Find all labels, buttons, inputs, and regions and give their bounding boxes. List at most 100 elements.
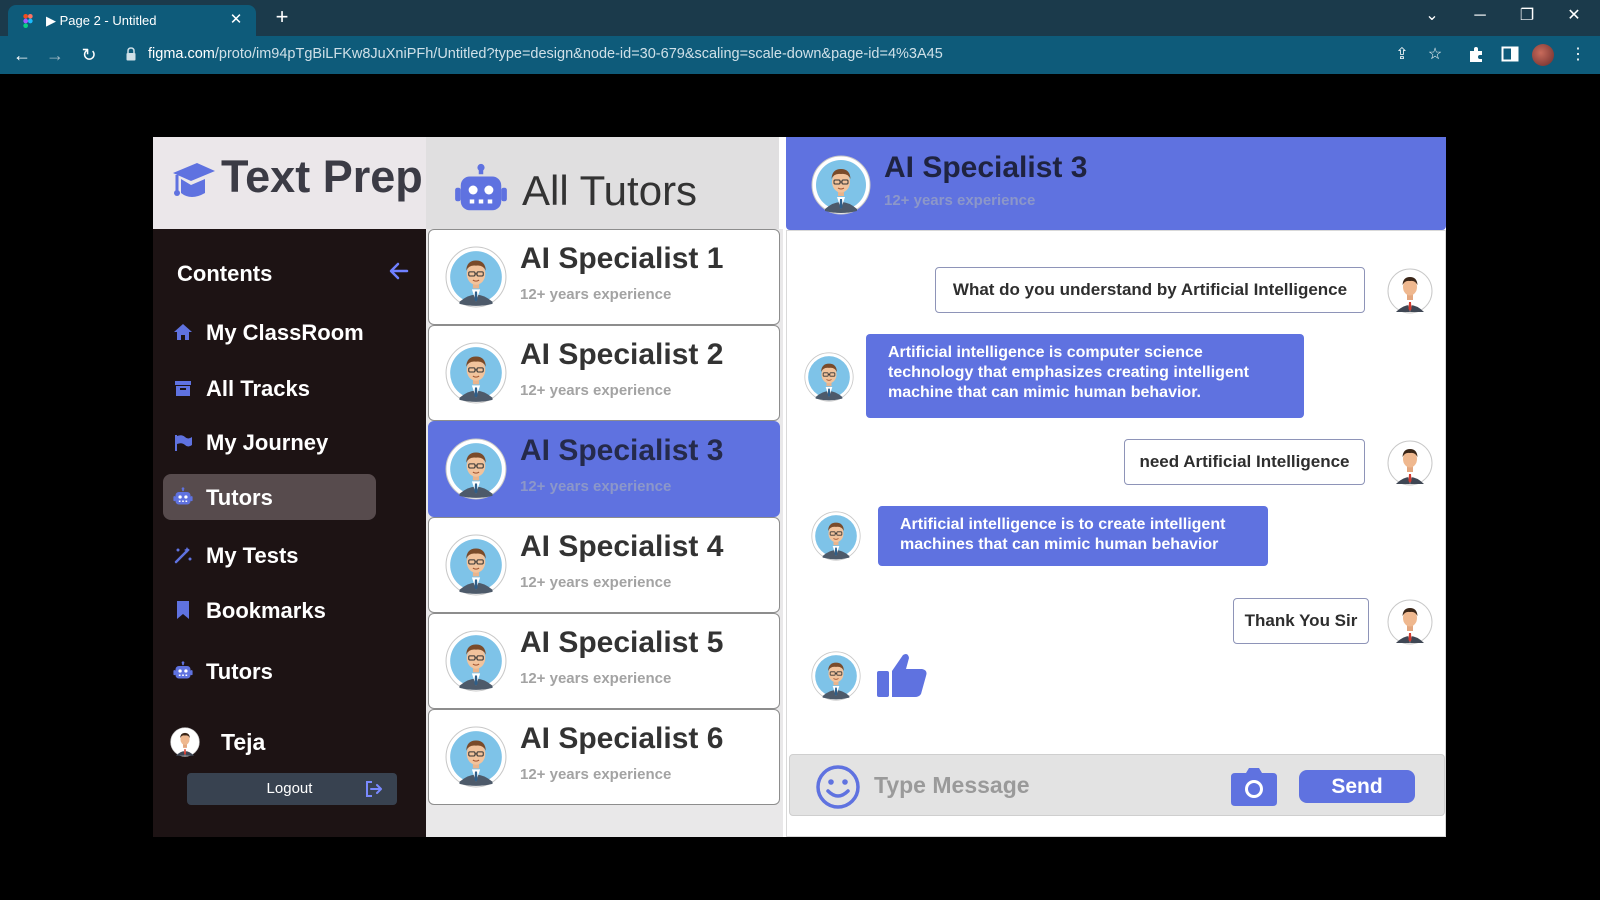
- sidebar-item-tutors-2[interactable]: Tutors: [163, 648, 376, 694]
- tutor-avatar: [445, 534, 507, 596]
- tutor-card-5[interactable]: AI Specialist 5 12+ years experience: [428, 613, 780, 709]
- reload-icon[interactable]: ↻: [77, 44, 101, 66]
- sidebar: Contents My ClassRoom All Tracks My Jour…: [153, 229, 426, 837]
- archive-icon: [175, 381, 191, 396]
- user-message: need Artificial Intelligence: [1124, 439, 1365, 485]
- tutor-message: Artificial intelligence is computer scie…: [866, 334, 1304, 418]
- flag-icon: [175, 435, 192, 451]
- message-input[interactable]: [874, 767, 1214, 803]
- tutor-name: AI Specialist 2: [520, 338, 724, 371]
- new-tab-icon[interactable]: +: [270, 6, 294, 28]
- tutor-avatar: [445, 246, 507, 308]
- sidebar-item-my-tests[interactable]: My Tests: [163, 532, 376, 578]
- sidebar-item-label: My Tests: [206, 543, 299, 568]
- robot-icon: [454, 163, 508, 217]
- chat-tutor-experience: 12+ years experience: [884, 192, 1036, 209]
- profile-avatar[interactable]: [1532, 44, 1554, 66]
- extensions-icon[interactable]: [1467, 45, 1485, 63]
- figma-icon: [23, 14, 33, 28]
- sidebar-item-label: Tutors: [206, 659, 273, 684]
- home-icon: [174, 324, 192, 340]
- side-panel-icon[interactable]: [1501, 45, 1519, 63]
- menu-icon[interactable]: ⋮: [1567, 45, 1589, 65]
- bookmark-icon: [177, 601, 189, 619]
- tutor-avatar: [445, 438, 507, 500]
- url-input[interactable]: figma.com/proto/im94pTgBiLFKw8JuXniPFh/U…: [148, 46, 943, 62]
- tutor-card-3[interactable]: AI Specialist 3 12+ years experience: [428, 421, 780, 517]
- user-message: What do you understand by Artificial Int…: [935, 267, 1365, 313]
- tutor-avatar: [445, 726, 507, 788]
- robot-icon: [173, 487, 193, 507]
- tutor-card-2[interactable]: AI Specialist 2 12+ years experience: [428, 325, 780, 421]
- graduation-cap-icon: [173, 163, 215, 197]
- sidebar-item-tutors[interactable]: Tutors: [163, 474, 376, 520]
- browser-tab-bar: ▶ Page 2 - Untitled ✕ + ⌄ ─ ❐ ✕: [0, 0, 1600, 36]
- tutor-card-4[interactable]: AI Specialist 4 12+ years experience: [428, 517, 780, 613]
- tutor-name: AI Specialist 5: [520, 626, 724, 659]
- browser-address-bar: ← → ↻ figma.com/proto/im94pTgBiLFKw8JuXn…: [0, 36, 1600, 74]
- tutors-title: All Tutors: [522, 167, 698, 214]
- robot-icon: [173, 661, 193, 681]
- tutor-name: AI Specialist 6: [520, 722, 724, 755]
- message-composer: Send: [789, 754, 1445, 816]
- tutor-experience: 12+ years experience: [520, 574, 672, 591]
- tutor-experience: 12+ years experience: [520, 286, 672, 303]
- send-button[interactable]: Send: [1299, 770, 1415, 803]
- chat-tutor-name: AI Specialist 3: [884, 151, 1088, 184]
- tutor-name: AI Specialist 3: [520, 434, 724, 467]
- close-window-icon[interactable]: ✕: [1554, 4, 1594, 28]
- sidebar-item-label: All Tracks: [206, 376, 310, 401]
- user-avatar: [1387, 268, 1433, 314]
- sidebar-title: Contents: [177, 261, 273, 286]
- user-name: Teja: [221, 729, 266, 755]
- minimize-icon[interactable]: ─: [1460, 4, 1500, 28]
- tutor-avatar: [811, 155, 871, 215]
- tutor-card-1[interactable]: AI Specialist 1 12+ years experience: [428, 229, 780, 325]
- restore-icon[interactable]: ❐: [1507, 4, 1547, 28]
- thumbs-up-icon: [877, 654, 927, 697]
- tutor-avatar: [445, 342, 507, 404]
- tutor-card-6[interactable]: AI Specialist 6 12+ years experience: [428, 709, 780, 805]
- sidebar-item-label: Bookmarks: [206, 598, 326, 623]
- arrow-left-icon[interactable]: [389, 261, 409, 281]
- sidebar-item-my-classroom[interactable]: My ClassRoom: [163, 309, 376, 355]
- browser-tab[interactable]: ▶ Page 2 - Untitled ✕: [8, 5, 256, 36]
- sidebar-item-label: Tutors: [206, 485, 273, 510]
- user-avatar: [1387, 599, 1433, 645]
- logo-area: Text Prep: [153, 137, 426, 229]
- sidebar-item-all-tracks[interactable]: All Tracks: [163, 365, 376, 411]
- tutor-experience: 12+ years experience: [520, 382, 672, 399]
- sidebar-item-bookmarks[interactable]: Bookmarks: [163, 587, 376, 633]
- tutor-name: AI Specialist 4: [520, 530, 724, 563]
- chat-header: AI Specialist 3 12+ years experience: [786, 137, 1446, 230]
- sidebar-item-label: My Journey: [206, 430, 329, 455]
- url-path: /proto/im94pTgBiLFKw8JuXniPFh/Untitled?t…: [214, 46, 943, 62]
- tutor-avatar: [811, 511, 861, 561]
- magic-wand-icon: [174, 547, 192, 564]
- tutors-list: AI Specialist 1 12+ years experience AI …: [426, 229, 783, 837]
- tab-search-icon[interactable]: ⌄: [1412, 4, 1452, 28]
- tutor-name: AI Specialist 1: [520, 242, 724, 275]
- tutor-experience: 12+ years experience: [520, 478, 672, 495]
- tutors-header: All Tutors: [426, 137, 779, 229]
- forward-icon[interactable]: →: [43, 44, 67, 66]
- sidebar-item-my-journey[interactable]: My Journey: [163, 419, 376, 465]
- chat-messages: What do you understand by Artificial Int…: [786, 230, 1446, 837]
- camera-icon[interactable]: [1230, 767, 1278, 807]
- emoji-icon[interactable]: [815, 764, 861, 810]
- user-avatar: [170, 727, 200, 757]
- logout-label: Logout: [266, 780, 313, 797]
- tutor-avatar: [445, 630, 507, 692]
- logo-text: Text Prep: [221, 151, 423, 202]
- back-icon[interactable]: ←: [10, 44, 34, 66]
- tutor-message: Artificial intelligence is to create int…: [878, 506, 1268, 566]
- logout-button[interactable]: Logout: [187, 773, 397, 805]
- tab-close-icon[interactable]: ✕: [226, 10, 246, 30]
- tutor-experience: 12+ years experience: [520, 670, 672, 687]
- sidebar-item-label: My ClassRoom: [206, 320, 364, 345]
- lock-icon: [126, 47, 136, 61]
- star-icon[interactable]: ☆: [1424, 45, 1446, 65]
- tutor-avatar: [804, 352, 854, 402]
- logout-icon: [366, 781, 382, 797]
- share-icon[interactable]: ⇪: [1391, 45, 1413, 65]
